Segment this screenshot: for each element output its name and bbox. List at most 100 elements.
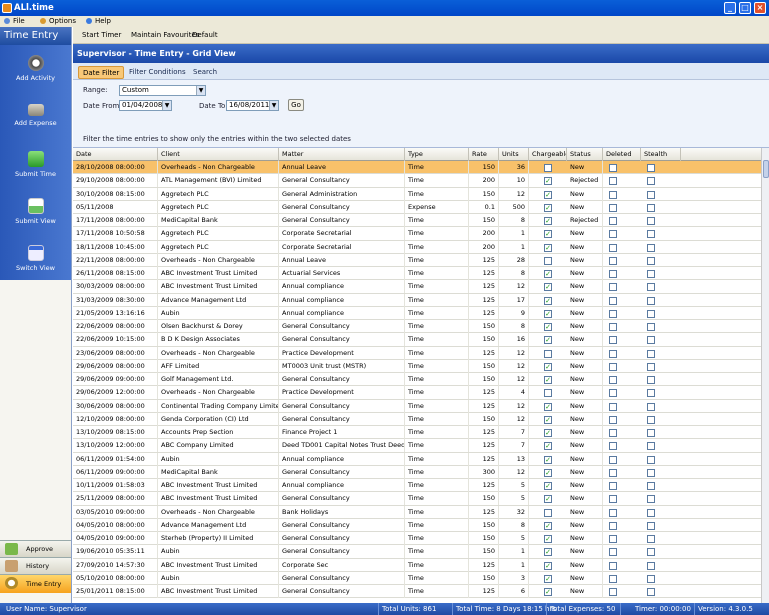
column-header-units[interactable]: Units: [499, 148, 529, 161]
table-row[interactable]: 27/09/2010 14:57:30 ABC Investment Trust …: [73, 558, 761, 572]
deleted-checkbox[interactable]: [609, 243, 617, 252]
deleted-checkbox[interactable]: [609, 362, 617, 371]
tab-search[interactable]: Search: [189, 66, 221, 79]
chargeable-checkbox[interactable]: [544, 389, 552, 398]
table-row[interactable]: 22/06/2009 08:00:00 Olsen Backhurst & Dor…: [73, 320, 761, 334]
deleted-checkbox[interactable]: [609, 389, 617, 398]
table-row[interactable]: 04/05/2010 08:00:00 Advance Management Lt…: [73, 518, 761, 532]
calendar-dropdown-icon[interactable]: ▼: [269, 101, 278, 110]
table-row[interactable]: 17/11/2008 08:00:00 MediCapital Bank Gener…: [73, 214, 761, 228]
stealth-checkbox[interactable]: [647, 495, 655, 504]
chargeable-checkbox[interactable]: ✓: [544, 309, 552, 318]
table-row[interactable]: 30/06/2009 08:00:00 Continental Trading C…: [73, 399, 761, 413]
deleted-checkbox[interactable]: [609, 190, 617, 199]
stealth-checkbox[interactable]: [647, 574, 655, 583]
chargeable-checkbox[interactable]: ✓: [544, 323, 552, 331]
deleted-checkbox[interactable]: [609, 468, 617, 477]
table-row[interactable]: 21/05/2009 13:16:16 Aubin Annual complianc…: [73, 306, 761, 320]
date-from-field[interactable]: 01/04/2008 ▼: [119, 100, 172, 111]
deleted-checkbox[interactable]: [609, 349, 617, 358]
deleted-checkbox[interactable]: [609, 561, 617, 570]
stealth-checkbox[interactable]: [647, 376, 655, 384]
table-row[interactable]: 25/11/2009 08:00:00 ABC Investment Trust …: [73, 492, 761, 506]
deleted-checkbox[interactable]: [609, 429, 617, 437]
time-entry-button[interactable]: Time Entry: [0, 574, 71, 593]
close-button[interactable]: ×: [754, 2, 766, 14]
stealth-checkbox[interactable]: [647, 323, 655, 331]
deleted-checkbox[interactable]: [609, 323, 617, 331]
table-row[interactable]: 25/01/2011 08:15:00 ABC Investment Trust …: [73, 585, 761, 599]
stealth-checkbox[interactable]: [647, 217, 655, 225]
stealth-checkbox[interactable]: [647, 177, 655, 186]
chargeable-checkbox[interactable]: ✓: [544, 402, 552, 411]
chargeable-checkbox[interactable]: ✓: [544, 429, 552, 437]
stealth-checkbox[interactable]: [647, 349, 655, 358]
chargeable-checkbox[interactable]: ✓: [544, 468, 552, 477]
maintain-favourites-button[interactable]: Maintain Favourites: [131, 27, 199, 44]
deleted-checkbox[interactable]: [609, 309, 617, 318]
table-row[interactable]: 03/05/2010 09:00:00 Overheads - Non Charg…: [73, 505, 761, 519]
start-timer-button[interactable]: Start Timer: [82, 27, 121, 44]
chargeable-checkbox[interactable]: ✓: [544, 548, 552, 557]
deleted-checkbox[interactable]: [609, 336, 617, 345]
chargeable-checkbox[interactable]: ✓: [544, 415, 552, 424]
minimize-button[interactable]: _: [724, 2, 736, 14]
stealth-checkbox[interactable]: [647, 535, 655, 543]
chargeable-checkbox[interactable]: ✓: [544, 190, 552, 199]
stealth-checkbox[interactable]: [647, 203, 655, 212]
table-row[interactable]: 29/06/2009 08:00:00 AFF Limited MT0003 Uni…: [73, 359, 761, 373]
stealth-checkbox[interactable]: [647, 468, 655, 477]
table-row[interactable]: 28/10/2008 08:00:00 Overheads - Non Charg…: [73, 161, 761, 175]
date-to-field[interactable]: 16/08/2011 ▼: [226, 100, 279, 111]
stealth-checkbox[interactable]: [647, 283, 655, 292]
chargeable-checkbox[interactable]: ✓: [544, 495, 552, 504]
column-header-deleted[interactable]: Deleted: [603, 148, 641, 161]
deleted-checkbox[interactable]: [609, 164, 617, 172]
chargeable-checkbox[interactable]: ✓: [544, 362, 552, 371]
table-row[interactable]: 13/10/2009 12:00:00 ABC Company Limited De…: [73, 439, 761, 453]
table-row[interactable]: 06/11/2009 01:54:00 Aubin Annual complianc…: [73, 452, 761, 466]
table-row[interactable]: 29/06/2009 12:00:00 Overheads - Non Charg…: [73, 386, 761, 400]
deleted-checkbox[interactable]: [609, 376, 617, 384]
deleted-checkbox[interactable]: [609, 217, 617, 225]
history-button[interactable]: History: [0, 557, 71, 574]
chargeable-checkbox[interactable]: [544, 508, 552, 517]
chargeable-checkbox[interactable]: [544, 256, 552, 265]
table-row[interactable]: 10/11/2009 01:58:03 ABC Investment Trust …: [73, 479, 761, 493]
column-header-stealth[interactable]: Stealth: [641, 148, 681, 161]
stealth-checkbox[interactable]: [647, 588, 655, 596]
range-select[interactable]: Custom ▼: [119, 85, 206, 96]
stealth-checkbox[interactable]: [647, 336, 655, 345]
stealth-checkbox[interactable]: [647, 270, 655, 278]
chevron-down-icon[interactable]: ▼: [196, 86, 205, 95]
column-header-rate[interactable]: Rate: [469, 148, 499, 161]
chargeable-checkbox[interactable]: ✓: [544, 535, 552, 543]
chargeable-checkbox[interactable]: ✓: [544, 243, 552, 252]
approve-button[interactable]: Approve: [0, 540, 71, 557]
deleted-checkbox[interactable]: [609, 256, 617, 265]
go-button[interactable]: Go: [288, 99, 304, 111]
chargeable-checkbox[interactable]: ✓: [544, 336, 552, 345]
column-header-chargeable[interactable]: Chargeable: [529, 148, 567, 161]
stealth-checkbox[interactable]: [647, 482, 655, 490]
submit-time-button[interactable]: Submit Time: [0, 151, 71, 196]
chargeable-checkbox[interactable]: ✓: [544, 230, 552, 239]
calendar-dropdown-icon[interactable]: ▼: [162, 101, 171, 110]
deleted-checkbox[interactable]: [609, 521, 617, 530]
default-button[interactable]: Default: [192, 27, 218, 44]
table-row[interactable]: 29/10/2008 08:00:00 ATL Management (BVI) …: [73, 174, 761, 188]
table-row[interactable]: 05/10/2010 08:00:00 Aubin General Consulta…: [73, 571, 761, 585]
tab-date-filter[interactable]: Date Filter: [78, 66, 125, 79]
table-row[interactable]: 22/06/2009 10:15:00 B D K Design Associat…: [73, 333, 761, 347]
stealth-checkbox[interactable]: [647, 230, 655, 239]
stealth-checkbox[interactable]: [647, 561, 655, 570]
add-expense-button[interactable]: Add Expense: [0, 104, 71, 149]
deleted-checkbox[interactable]: [609, 495, 617, 504]
column-header-client[interactable]: Client: [158, 148, 279, 161]
stealth-checkbox[interactable]: [647, 243, 655, 252]
deleted-checkbox[interactable]: [609, 203, 617, 212]
maximize-button[interactable]: □: [739, 2, 751, 14]
menu-file[interactable]: File: [4, 16, 25, 27]
deleted-checkbox[interactable]: [609, 574, 617, 583]
deleted-checkbox[interactable]: [609, 415, 617, 424]
